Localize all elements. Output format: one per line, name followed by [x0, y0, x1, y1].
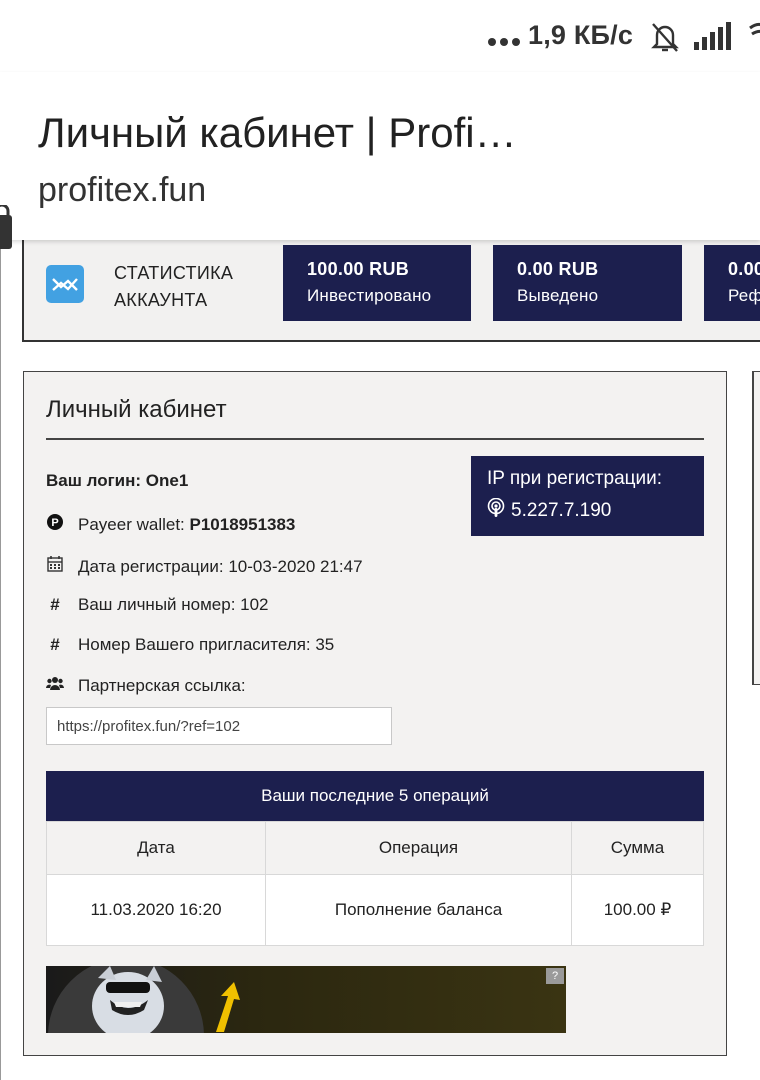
stat-referral: 0.00 Реф: [704, 245, 760, 321]
hash-icon: #: [50, 595, 60, 614]
account-stats: СТАТИСТИКА АККАУНТА 100.00 RUB Инвестиро…: [22, 240, 760, 342]
ip-row: 5.227.7.190: [487, 497, 688, 524]
signal-icon: [694, 22, 736, 55]
podcast-icon: [487, 497, 505, 524]
table-row: 11.03.2020 16:20 Пополнение баланса 100.…: [46, 874, 704, 946]
inviter-number-text: Номер Вашего пригласителя: 35: [78, 635, 335, 654]
cell-operation: Пополнение баланса: [265, 874, 572, 946]
stats-label: СТАТИСТИКА АККАУНТА: [114, 260, 233, 314]
left-edge-divider: [0, 240, 1, 1080]
page-title: Личный кабинет | Profi…: [38, 109, 517, 156]
cell-date: 11.03.2020 16:20: [46, 874, 266, 946]
column-header-amount: Сумма: [571, 821, 704, 875]
calendar-icon: [46, 555, 64, 577]
browser-address-bar[interactable]: Личный кабинет | Profi… profitex.fun: [0, 72, 760, 249]
lock-icon: [0, 203, 12, 249]
column-header-operation: Операция: [265, 821, 572, 875]
stat-label: Реф: [728, 286, 760, 305]
login-info: Ваш логин: One1: [46, 471, 189, 490]
network-speed: 1,9 КБ/с: [528, 20, 634, 50]
heading-divider: [46, 438, 704, 440]
payeer-icon: P: [46, 514, 64, 535]
status-bar: 1,9 КБ/с: [0, 0, 760, 72]
page-url[interactable]: profitex.fun: [38, 171, 206, 210]
partner-link-label: Партнерская ссылка:: [46, 676, 246, 696]
cell-amount: 100.00 ₽: [571, 874, 704, 946]
stat-value: 0.00: [728, 259, 760, 279]
personal-number-text: Ваш личный номер: 102: [78, 595, 269, 614]
operations-grid: Дата Операция Сумма 11.03.2020 16:20 Поп…: [46, 821, 704, 946]
stat-label: Инвестировано: [307, 286, 432, 305]
stat-value: 0.00 RUB: [517, 259, 599, 279]
payeer-wallet: P Payeer wallet: P1018951383: [46, 514, 295, 535]
ad-artwork: [48, 966, 240, 1033]
partner-link-label-text: Партнерская ссылка:: [78, 676, 246, 695]
inviter-number: # Номер Вашего пригласителя: 35: [46, 635, 334, 655]
stat-value: 100.00 RUB: [307, 259, 410, 279]
stats-label-line2: АККАУНТА: [114, 290, 208, 310]
ip-value: 5.227.7.190: [511, 500, 612, 521]
partner-link-input[interactable]: [46, 707, 392, 745]
table-header-row: Дата Операция Сумма: [46, 821, 704, 875]
stats-label-line1: СТАТИСТИКА: [114, 263, 234, 283]
ad-banner[interactable]: ?: [46, 966, 566, 1033]
payeer-value: P1018951383: [189, 515, 296, 534]
ip-label: IP при регистрации:: [487, 468, 663, 489]
personal-number: # Ваш личный номер: 102: [46, 595, 269, 615]
payeer-label: Payeer wallet:: [78, 515, 190, 534]
stat-invested: 100.00 RUB Инвестировано: [283, 245, 471, 321]
bell-off-icon: [648, 20, 682, 59]
svg-text:P: P: [51, 517, 58, 529]
stat-label: Выведено: [517, 286, 599, 305]
column-header-date: Дата: [46, 821, 266, 875]
cabinet-heading: Личный кабинет: [46, 396, 227, 423]
wifi-icon: [748, 20, 760, 55]
registration-date-text: Дата регистрации: 10-03-2020 21:47: [78, 557, 363, 576]
registration-date: Дата регистрации: 10-03-2020 21:47: [46, 555, 363, 577]
dots-icon: [488, 38, 520, 46]
operations-title: Ваши последние 5 операций: [46, 771, 704, 821]
ad-info-badge[interactable]: ?: [546, 968, 564, 984]
operations-table: Ваши последние 5 операций Дата Операция …: [46, 771, 704, 946]
stat-withdrawn: 0.00 RUB Выведено: [493, 245, 682, 321]
registration-ip-box: IP при регистрации: 5.227.7.190: [471, 456, 704, 536]
hash-icon: #: [50, 635, 60, 654]
side-panel-edge: [752, 371, 760, 685]
cabinet-panel: Личный кабинет Ваш логин: One1 P Payeer w…: [23, 371, 727, 1056]
users-icon: [46, 676, 64, 696]
chart-icon: [46, 265, 84, 303]
